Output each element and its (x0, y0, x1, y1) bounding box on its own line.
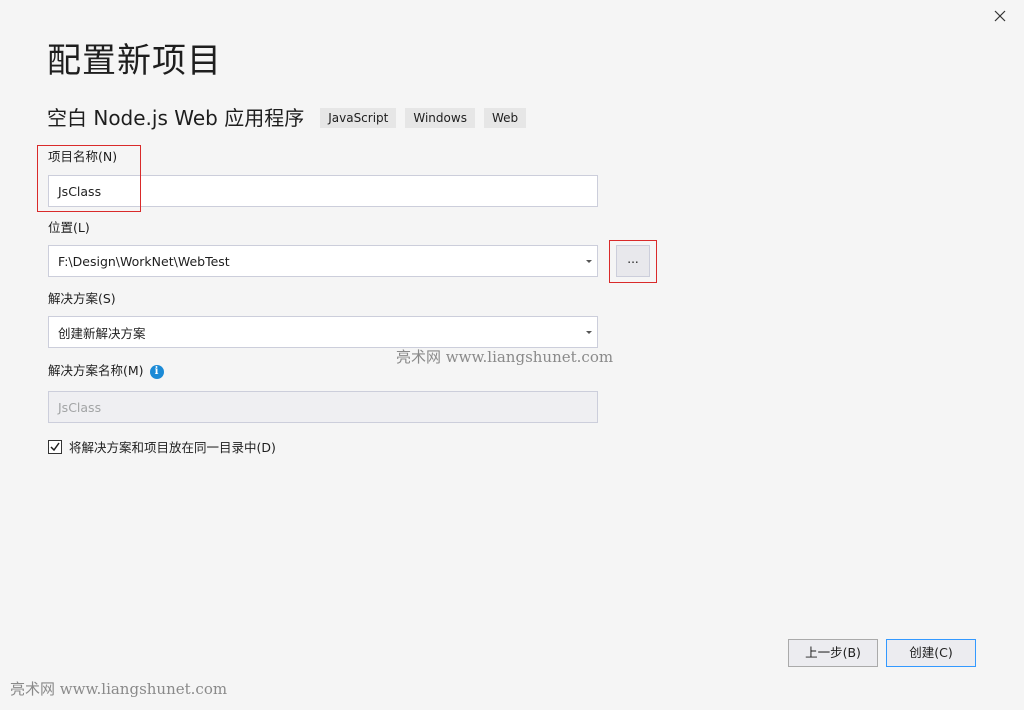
browse-button[interactable]: ... (616, 245, 650, 277)
template-name: 空白 Node.js Web 应用程序 (47, 106, 305, 130)
watermark-center: 亮术网 www.liangshunet.com (396, 348, 614, 366)
solution-name-label: 解决方案名称(M) (48, 363, 144, 378)
same-directory-checkbox[interactable] (48, 439, 62, 454)
project-name-label: 项目名称(N) (48, 149, 118, 164)
solution-combobox[interactable]: 创建新解决方案 (48, 316, 598, 348)
same-directory-option[interactable]: 将解决方案和项目放在同一目录中(D) (48, 437, 276, 456)
location-value: F:\Design\WorkNet\WebTest (58, 253, 230, 269)
project-name-value: JsClass (58, 183, 102, 199)
solution-name-value: JsClass (58, 399, 102, 415)
watermark-bottom: 亮术网 www.liangshunet.com (10, 680, 228, 698)
create-button[interactable]: 创建(C) (886, 639, 976, 667)
configure-project-dialog: 配置新项目 空白 Node.js Web 应用程序 JavaScript Win… (0, 0, 1024, 710)
chevron-down-icon[interactable] (586, 331, 592, 334)
solution-name-label-row: 解决方案名称(M) i (48, 363, 164, 379)
close-icon[interactable] (990, 6, 1010, 26)
location-combobox[interactable]: F:\Design\WorkNet\WebTest (48, 245, 598, 277)
tag-windows: Windows (405, 108, 475, 128)
page-title: 配置新项目 (47, 41, 222, 81)
tag-web: Web (483, 108, 527, 128)
info-icon[interactable]: i (149, 364, 164, 379)
project-name-input[interactable]: JsClass (48, 175, 598, 207)
back-button[interactable]: 上一步(B) (788, 639, 878, 667)
checkmark-icon (50, 442, 60, 451)
same-directory-label: 将解决方案和项目放在同一目录中(D) (69, 440, 276, 455)
solution-value: 创建新解决方案 (58, 325, 146, 341)
solution-label: 解决方案(S) (48, 291, 116, 306)
template-info: 空白 Node.js Web 应用程序 JavaScript Windows W… (47, 104, 535, 132)
chevron-down-icon[interactable] (586, 260, 592, 263)
tag-javascript: JavaScript (320, 108, 397, 128)
location-label: 位置(L) (48, 220, 90, 235)
solution-name-input: JsClass (48, 391, 598, 423)
